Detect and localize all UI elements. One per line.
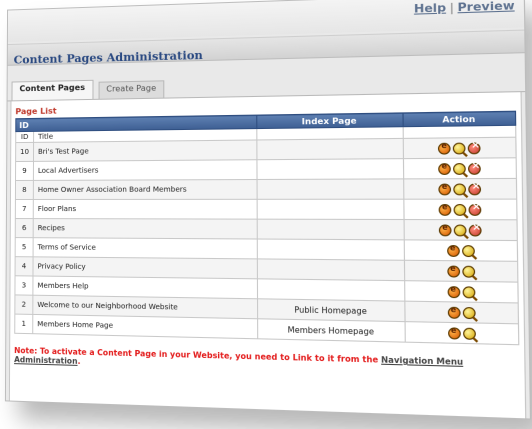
edit-icon[interactable]: [438, 203, 452, 216]
row-actions: [404, 301, 519, 324]
view-icon[interactable]: [453, 182, 467, 195]
row-title: Members Home Page: [32, 314, 258, 339]
delete-icon[interactable]: [467, 162, 481, 175]
row-id: 4: [15, 256, 34, 276]
tab-create-page[interactable]: Create Page: [98, 80, 165, 99]
tab-content-pages[interactable]: Content Pages: [11, 79, 94, 101]
view-icon[interactable]: [453, 203, 467, 216]
row-actions: [404, 260, 518, 283]
row-actions: [404, 239, 518, 262]
activation-note: Note: To activate a Content Page in your…: [14, 346, 520, 378]
row-index-page: [257, 278, 405, 302]
edit-icon[interactable]: [446, 244, 460, 257]
delete-icon[interactable]: [468, 203, 482, 216]
page-title: Content Pages Administration: [13, 48, 203, 67]
preview-link[interactable]: Preview: [457, 0, 514, 14]
row-title: Bri's Test Page: [33, 139, 257, 162]
table-row: 8 Home Owner Association Board Members: [15, 178, 517, 200]
row-id: 5: [15, 237, 34, 257]
admin-panel: Help | Preview Content Pages Administratio…: [4, 0, 532, 420]
help-link[interactable]: Help: [414, 1, 446, 16]
edit-icon[interactable]: [447, 326, 461, 340]
row-title: Recipes: [33, 218, 258, 240]
edit-icon[interactable]: [446, 285, 460, 298]
row-index-page: Members Homepage: [257, 318, 406, 343]
row-index-page: [257, 178, 404, 200]
view-icon[interactable]: [461, 265, 475, 278]
row-title: Home Owner Association Board Members: [33, 179, 258, 200]
view-icon[interactable]: [461, 285, 475, 298]
view-icon[interactable]: [461, 244, 475, 257]
row-actions: [403, 137, 517, 159]
row-title: Floor Plans: [33, 199, 258, 220]
view-icon[interactable]: [453, 162, 466, 175]
row-actions: [403, 157, 517, 179]
row-id: 9: [15, 161, 34, 181]
row-index-page: [257, 199, 405, 220]
delete-icon[interactable]: [467, 141, 481, 154]
row-index-page: [256, 158, 404, 180]
edit-icon[interactable]: [437, 142, 451, 155]
row-index-page: [256, 138, 404, 160]
tab-content: Page List ID Index Page Action ID Title 10…: [8, 92, 527, 420]
link-separator: |: [449, 0, 455, 15]
id-header: ID: [19, 120, 29, 130]
row-id: 10: [15, 142, 34, 162]
screenshot-stage: Help | Preview Content Pages Administratio…: [0, 0, 532, 429]
edit-icon[interactable]: [447, 306, 461, 319]
view-icon[interactable]: [462, 327, 476, 340]
note-suffix: .: [77, 356, 81, 366]
row-actions: [404, 219, 518, 241]
row-title: Local Advertisers: [33, 159, 258, 181]
view-icon[interactable]: [452, 142, 466, 154]
edit-icon[interactable]: [446, 264, 460, 278]
row-actions: [403, 199, 518, 220]
row-actions: [404, 280, 519, 303]
id-subheader: ID: [15, 131, 34, 143]
view-icon[interactable]: [462, 306, 476, 319]
table-body: IDTitle10Bri's Test Page9Local Advertise…: [14, 125, 519, 345]
row-id: 7: [15, 199, 34, 219]
edit-icon[interactable]: [438, 162, 451, 175]
row-id: 6: [15, 218, 34, 238]
edit-icon[interactable]: [438, 223, 452, 236]
row-id: 3: [14, 275, 33, 296]
row-actions: [405, 321, 519, 345]
row-index-page: [257, 239, 405, 261]
row-title: Terms of Service: [33, 237, 258, 259]
delete-icon[interactable]: [468, 224, 482, 236]
top-links: Help | Preview: [414, 0, 515, 16]
row-index-page: [257, 219, 405, 240]
row-id: 8: [15, 180, 34, 200]
table-row: 9 Local Advertisers: [15, 157, 517, 181]
edit-icon[interactable]: [438, 183, 452, 195]
action-column-header: Action: [403, 111, 516, 127]
view-icon[interactable]: [453, 223, 467, 236]
table-row: 7 Floor Plans: [15, 199, 518, 220]
row-index-page: [257, 258, 405, 281]
page-list-table: ID Index Page Action ID Title 10 Bri's Test…: [14, 111, 519, 346]
row-actions: [403, 178, 517, 200]
row-id: 1: [14, 314, 33, 334]
row-id: 2: [14, 294, 33, 315]
delete-icon[interactable]: [468, 182, 482, 195]
row-index-page: Public Homepage: [257, 298, 406, 322]
